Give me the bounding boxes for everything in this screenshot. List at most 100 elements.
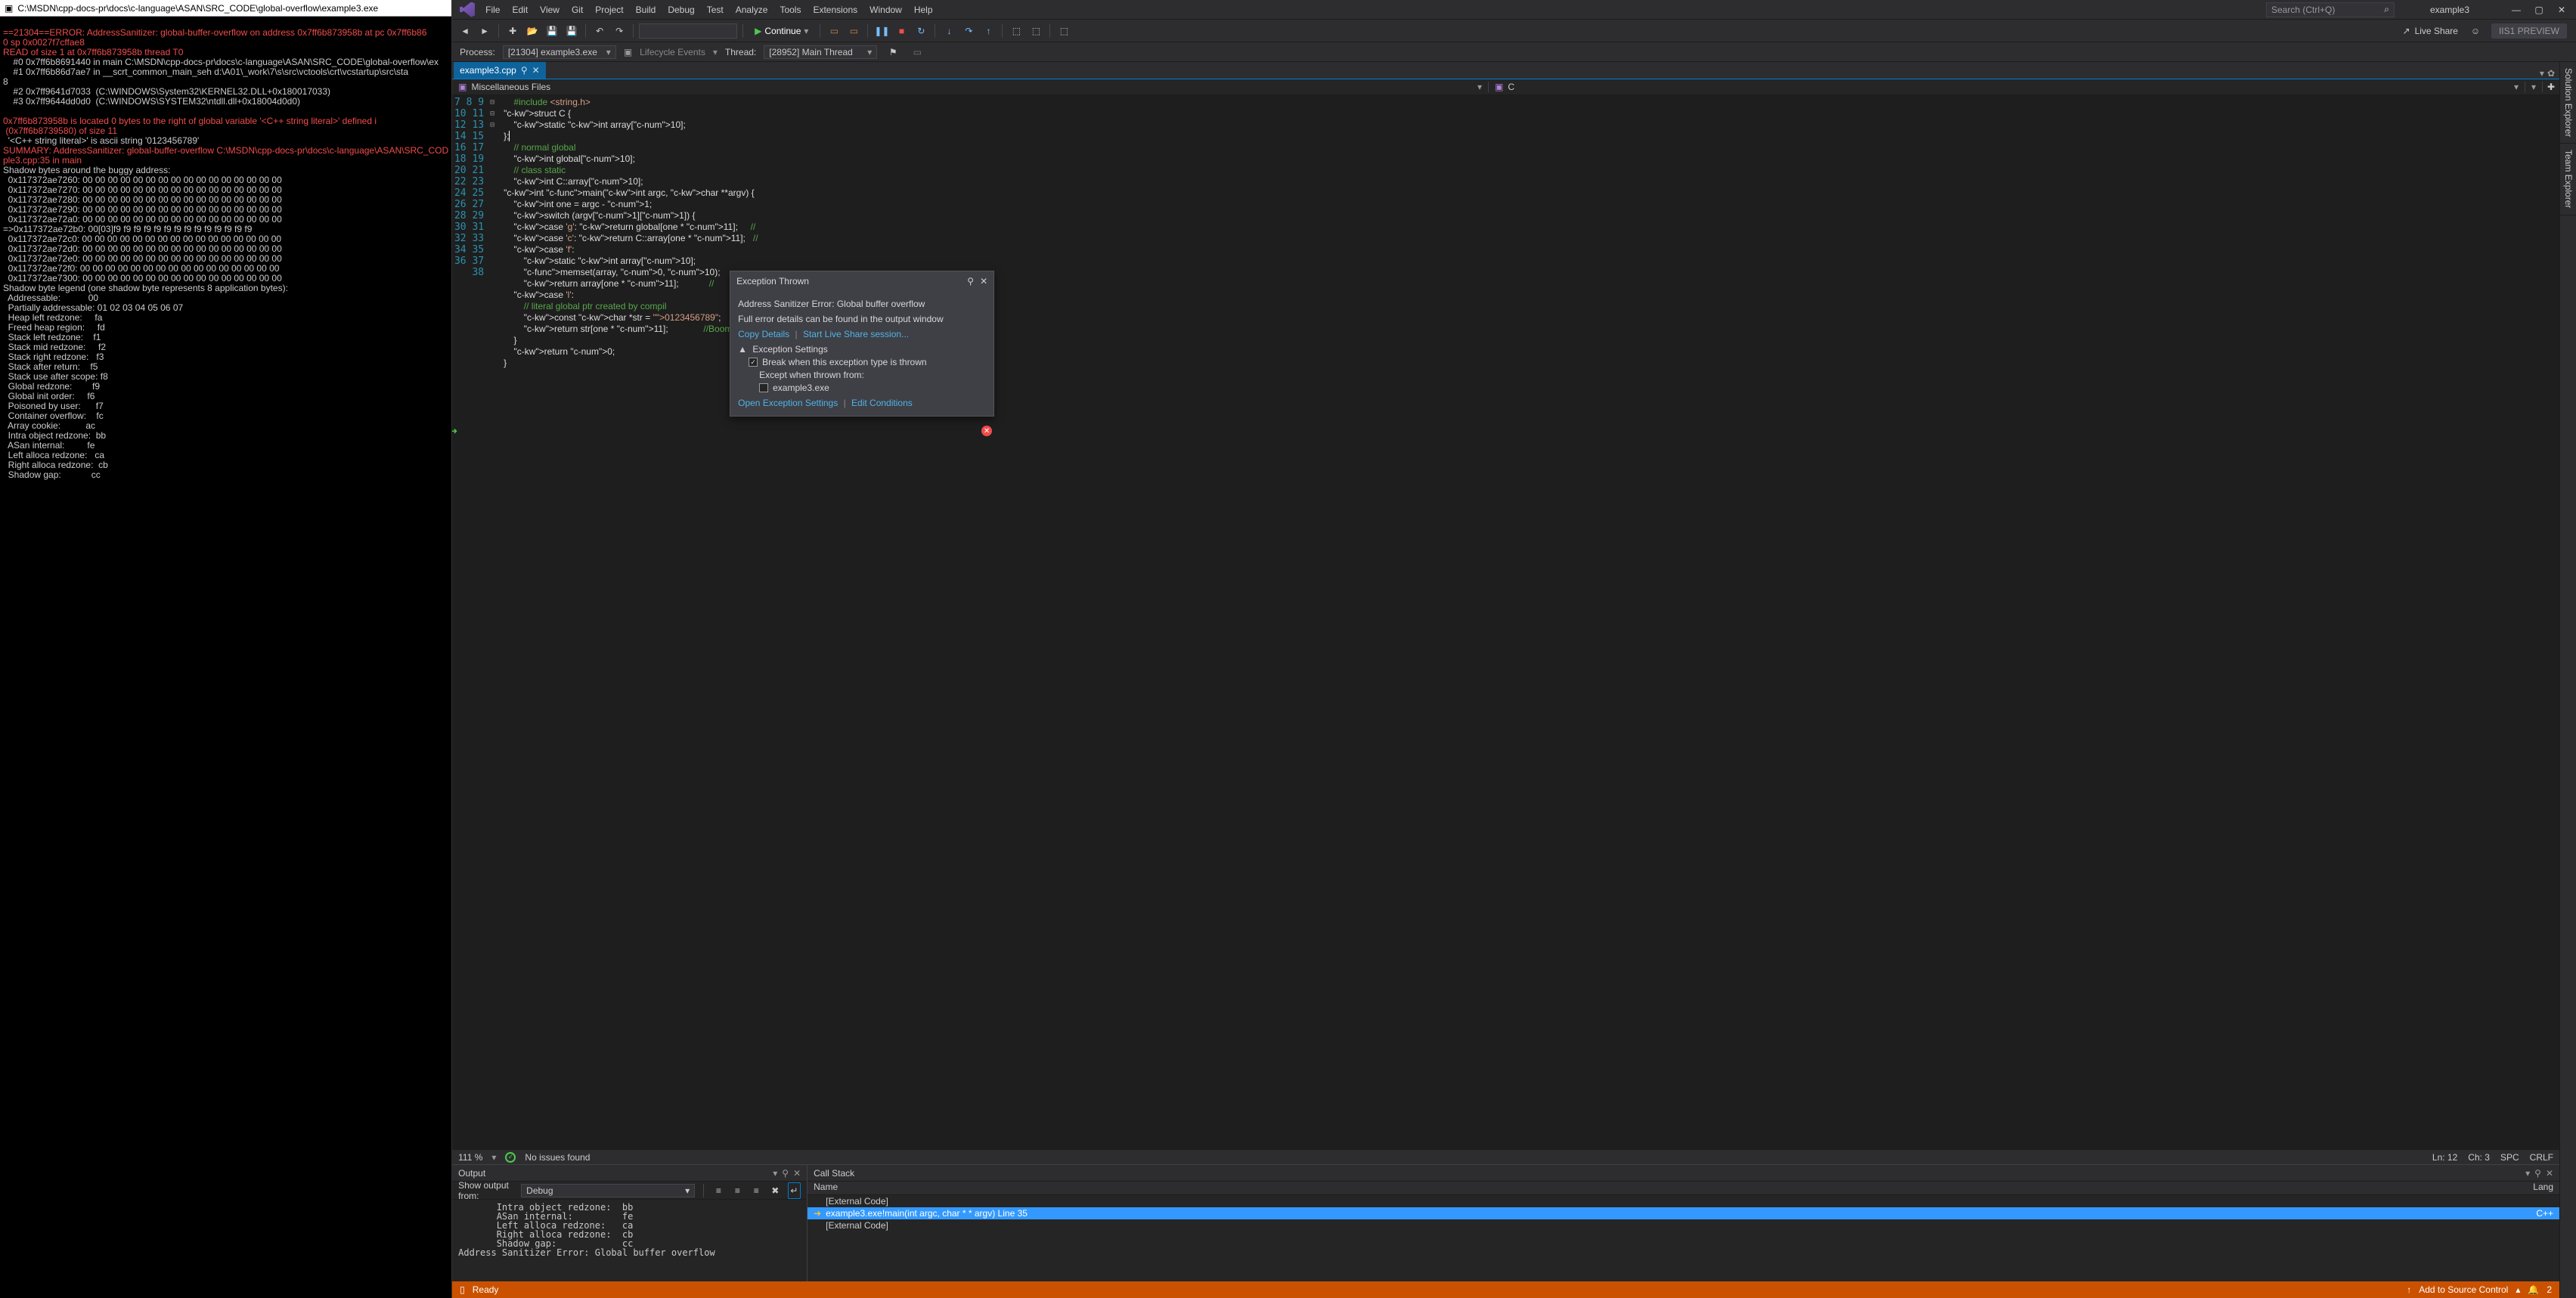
tab-solution-explorer[interactable]: Solution Explorer (2560, 62, 2576, 144)
output-close-icon[interactable]: ✕ (793, 1168, 801, 1179)
pin-icon[interactable]: ⚲ (521, 65, 528, 76)
fold-margin[interactable]: ⊟ ⊟ ⊟ (490, 95, 501, 1149)
search-input[interactable]: Search (Ctrl+Q) ⌕ (2266, 2, 2395, 17)
restart-button[interactable]: ↻ (913, 23, 929, 39)
output-pin-icon[interactable]: ⚲ (782, 1168, 789, 1179)
minimize-button[interactable]: ― (2505, 2, 2528, 18)
zoom-level[interactable]: 111 % (458, 1152, 482, 1163)
continue-button[interactable]: ▶ Continue ▾ (749, 23, 814, 39)
output-btn-2[interactable]: ≡ (731, 1182, 744, 1199)
debug-tb-1[interactable]: ⬚ (1008, 23, 1025, 39)
nav-type-dropdown[interactable]: ▣ C▾ (1489, 82, 2525, 92)
maximize-button[interactable]: ▢ (2528, 2, 2550, 18)
issues-label[interactable]: No issues found (525, 1152, 590, 1163)
tab-team-explorer[interactable]: Team Explorer (2560, 144, 2576, 215)
eol-indicator[interactable]: CRLF (2530, 1152, 2553, 1163)
output-btn-1[interactable]: ≡ (712, 1182, 725, 1199)
notification-icon[interactable]: 🔔 (2528, 1284, 2539, 1295)
split-editor-button[interactable]: ✚ (2543, 82, 2559, 92)
code-content[interactable]: #include <string.h>"c-kw">struct C { "c-… (501, 95, 2559, 1149)
nav-back-button[interactable]: ◄ (457, 23, 473, 39)
menu-build[interactable]: Build (630, 2, 662, 17)
new-file-button[interactable]: ✚ (504, 23, 521, 39)
output-text[interactable]: Intra object redzone: bb ASan internal: … (452, 1200, 807, 1281)
iis-preview-badge[interactable]: IIS1 PREVIEW (2491, 23, 2567, 39)
menu-file[interactable]: File (479, 2, 506, 17)
step-into-button[interactable]: ↓ (941, 23, 957, 39)
settings-toggle-icon[interactable]: ▲ (738, 344, 747, 355)
issues-ok-icon: ✓ (505, 1152, 516, 1163)
save-all-button[interactable]: 💾 (563, 23, 580, 39)
callstack-col-lang[interactable]: Lang (2533, 1182, 2553, 1194)
exception-close-icon[interactable]: ✕ (980, 276, 987, 287)
callstack-row[interactable]: [External Code] (808, 1219, 2559, 1231)
menu-test[interactable]: Test (701, 2, 730, 17)
statusbar: ▯ Ready ↑ Add to Source Control ▴ 🔔 2 (452, 1281, 2559, 1298)
menu-window[interactable]: Window (863, 2, 908, 17)
config-dropdown[interactable] (639, 23, 737, 39)
callstack-pin-icon[interactable]: ⚲ (2534, 1168, 2541, 1179)
pause-button[interactable]: ❚❚ (873, 23, 890, 39)
code-editor[interactable]: 7 8 9 10 11 12 13 14 15 16 17 18 19 20 2… (452, 95, 2559, 1149)
feedback-button[interactable]: ☺ (2467, 23, 2484, 39)
save-button[interactable]: 💾 (544, 23, 560, 39)
spaces-indicator[interactable]: SPC (2500, 1152, 2519, 1163)
debug-tb-3[interactable]: ⬚ (1056, 23, 1072, 39)
debug-windows-button[interactable]: ▭ (845, 23, 862, 39)
callstack-row[interactable]: [External Code] (808, 1195, 2559, 1207)
open-file-button[interactable]: 📂 (524, 23, 541, 39)
debug-tb-2[interactable]: ⬚ (1028, 23, 1044, 39)
start-liveshare-link[interactable]: Start Live Share session... (803, 329, 909, 339)
edit-conditions-link[interactable]: Edit Conditions (851, 398, 913, 408)
module-checkbox[interactable] (759, 383, 768, 392)
callstack-close-icon[interactable]: ✕ (2546, 1168, 2553, 1179)
struct-icon: ▣ (1495, 82, 1503, 92)
process-dropdown[interactable]: [21304] example3.exe▾ (503, 45, 616, 59)
menu-extensions[interactable]: Extensions (807, 2, 863, 17)
close-tab-icon[interactable]: ✕ (532, 65, 540, 76)
callstack-row[interactable]: ➜example3.exe!main(int argc, char * * ar… (808, 1207, 2559, 1219)
undo-button[interactable]: ↶ (591, 23, 608, 39)
break-checkbox[interactable]: ✓ (749, 358, 758, 367)
menu-project[interactable]: Project (589, 2, 629, 17)
menu-help[interactable]: Help (908, 2, 939, 17)
line-indicator[interactable]: Ln: 12 (2432, 1152, 2457, 1163)
tab-example3[interactable]: example3.cpp ⚲ ✕ (454, 62, 546, 79)
menu-view[interactable]: View (534, 2, 566, 17)
tab-settings-icon[interactable]: ✿ (2547, 68, 2555, 79)
thread-dropdown[interactable]: [28952] Main Thread▾ (764, 45, 877, 59)
menu-git[interactable]: Git (566, 2, 589, 17)
close-button[interactable]: ✕ (2550, 2, 2573, 18)
callstack-col-name[interactable]: Name (814, 1182, 838, 1194)
output-dropdown-icon[interactable]: ▾ (773, 1168, 777, 1179)
lifecycle-label[interactable]: Lifecycle Events (640, 47, 705, 57)
menu-analyze[interactable]: Analyze (730, 2, 774, 17)
stop-button[interactable]: ■ (893, 23, 910, 39)
output-wrap-button[interactable]: ↵ (788, 1182, 801, 1199)
tab-dropdown-icon[interactable]: ▾ (2540, 68, 2544, 79)
debug-target-button[interactable]: ▭ (826, 23, 842, 39)
menu-edit[interactable]: Edit (506, 2, 534, 17)
console-titlebar[interactable]: ▣ C:\MSDN\cpp-docs-pr\docs\c-language\AS… (0, 0, 451, 17)
liveshare-button[interactable]: ↗ Live Share (2397, 26, 2464, 36)
menu-tools[interactable]: Tools (773, 2, 807, 17)
copy-details-link[interactable]: Copy Details (738, 329, 789, 339)
flag-button[interactable]: ⚑ (885, 44, 901, 60)
redo-button[interactable]: ↷ (611, 23, 628, 39)
open-exc-settings-link[interactable]: Open Exception Settings (738, 398, 838, 408)
exception-pin-icon[interactable]: ⚲ (967, 276, 974, 287)
step-out-button[interactable]: ↑ (980, 23, 997, 39)
callstack-dropdown-icon[interactable]: ▾ (2525, 1168, 2530, 1179)
nav-member-dropdown[interactable]: ▾ (2525, 82, 2543, 92)
nav-scope-dropdown[interactable]: ▣ Miscellaneous Files▾ (452, 82, 1489, 92)
output-btn-3[interactable]: ≡ (750, 1182, 763, 1199)
scm-up-icon[interactable]: ▴ (2516, 1284, 2520, 1295)
stack-frame-button[interactable]: ▭ (909, 44, 925, 60)
scm-label[interactable]: Add to Source Control (2419, 1284, 2508, 1295)
nav-fwd-button[interactable]: ► (476, 23, 493, 39)
menu-debug[interactable]: Debug (662, 2, 700, 17)
step-over-button[interactable]: ↷ (960, 23, 977, 39)
output-clear-button[interactable]: ✖ (769, 1182, 782, 1199)
col-indicator[interactable]: Ch: 3 (2468, 1152, 2490, 1163)
output-source-dropdown[interactable]: Debug▾ (521, 1184, 695, 1197)
